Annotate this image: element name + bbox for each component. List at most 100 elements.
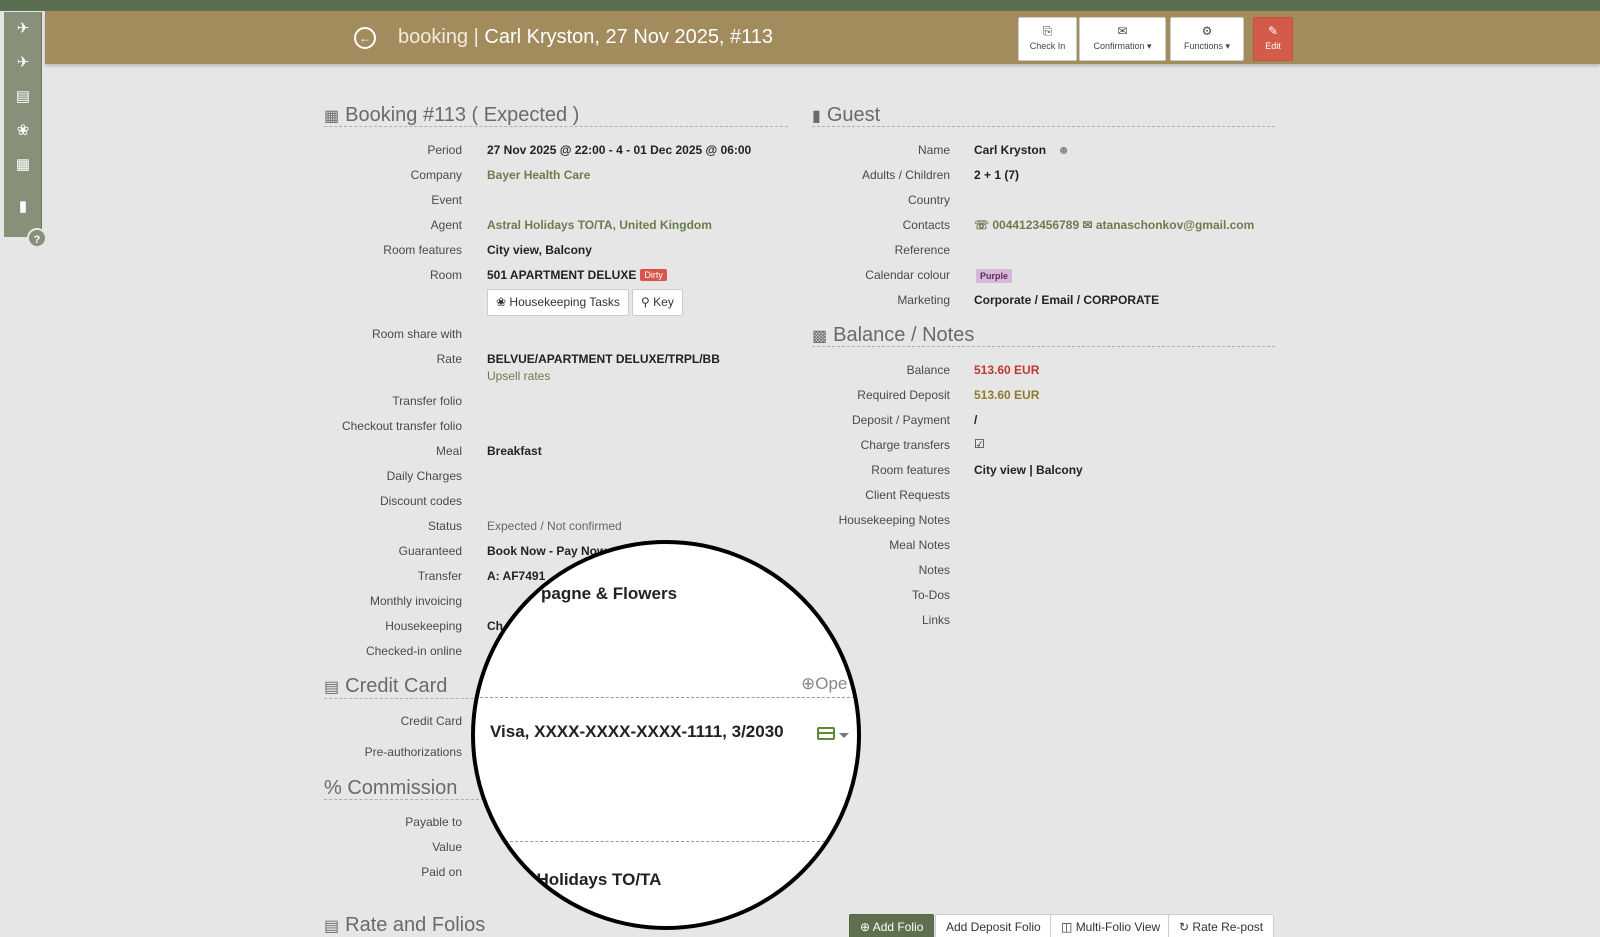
magnified-credit-card-value[interactable]: Visa, XXXX-XXXX-XXXX-1111, 3/2030: [490, 722, 784, 742]
magnified-divider-2: [500, 841, 845, 842]
meal-label: Meal: [435, 444, 462, 458]
edit-label: Edit: [1265, 41, 1281, 51]
bookings-icon[interactable]: ▮: [4, 190, 42, 224]
commission-title-text: Commission: [347, 777, 458, 799]
room-share-label: Room share with: [371, 327, 462, 341]
marketing-label: Marketing: [897, 293, 950, 307]
status-label: Status: [427, 519, 462, 533]
pencil-icon: ✎: [1267, 24, 1279, 38]
balance-label: Balance: [906, 363, 950, 377]
value-label: Value: [432, 840, 462, 854]
rooms-icon[interactable]: ▤: [4, 80, 42, 114]
phone-icon: ☏: [974, 218, 990, 232]
daily-charges-label: Daily Charges: [386, 469, 462, 483]
add-folio-button[interactable]: ⊕ Add Folio: [849, 914, 935, 937]
guest-name[interactable]: Carl Kryston: [974, 143, 1046, 157]
payable-to-label: Payable to: [405, 815, 462, 829]
multi-folio-view-button[interactable]: ◫ Multi-Folio View: [1050, 914, 1172, 937]
confirmation-label: Confirmation ▾: [1093, 41, 1152, 51]
housekeeping-notes-label: Housekeeping Notes: [838, 513, 950, 527]
check-in-button[interactable]: ⎘ Check In: [1018, 17, 1077, 61]
magnified-value-checkbox[interactable]: [485, 836, 494, 845]
credit-card-icon: ▤: [324, 679, 340, 696]
company-link[interactable]: Bayer Health Care: [487, 168, 590, 182]
magnified-open-link[interactable]: ⊕Ope: [801, 674, 847, 694]
key-label: Key: [653, 295, 674, 309]
upsell-rates-link[interactable]: Upsell rates: [487, 369, 550, 383]
key-icon: ⚲: [641, 295, 650, 309]
rate-repost-label: Rate Re-post: [1192, 920, 1264, 934]
booking-divider: [324, 126, 788, 127]
user-icon[interactable]: ☻: [1057, 143, 1070, 157]
guest-book-icon: ▮: [812, 108, 821, 125]
rate-repost-button[interactable]: ↻ Rate Re-post: [1168, 914, 1275, 937]
calendar-colour-label: Calendar colour: [865, 268, 950, 282]
multi-folio-view-label: Multi-Folio View: [1075, 920, 1161, 934]
balance-room-features-value: City view | Balcony: [974, 463, 1083, 477]
credit-card-section-title: ▤ Credit Card: [324, 675, 447, 698]
room-label: Room: [429, 268, 462, 282]
check-in-icon: ⎘: [1042, 24, 1053, 38]
housekeeping-tasks-button[interactable]: ❀ Housekeeping Tasks: [487, 289, 629, 316]
deposit-payment-label: Deposit / Payment: [851, 413, 950, 427]
calendar-colour-badge: Purple: [976, 269, 1013, 283]
todos-label: To-Dos: [911, 588, 950, 602]
checkout-transfer-folio-label: Checkout transfer folio: [341, 419, 462, 433]
calendar-icon[interactable]: ▦: [4, 148, 42, 182]
help-button[interactable]: ?: [27, 228, 47, 248]
guest-title-text: Guest: [826, 104, 881, 126]
rate-folios-section-title: ▤ Rate and Folios: [324, 914, 485, 937]
agent-link[interactable]: Astral Holidays TO/TA, United Kingdom: [487, 218, 712, 232]
add-folio-label: Add Folio: [872, 920, 924, 934]
chevron-down-icon[interactable]: [839, 733, 849, 738]
envelope-icon: ✉: [1117, 24, 1128, 38]
back-icon[interactable]: ←: [354, 27, 376, 49]
plus-icon: ⊕: [860, 920, 871, 934]
client-requests-label: Client Requests: [865, 488, 950, 502]
magnifier-content: pagne & Flowers ⊕Ope Visa, XXXX-XXXX-XXX…: [475, 544, 857, 926]
event-label: Event: [431, 193, 462, 207]
required-deposit-label: Required Deposit: [857, 388, 950, 402]
magnifier-overlay: pagne & Flowers ⊕Ope Visa, XXXX-XXXX-XXX…: [471, 540, 861, 930]
credit-card-icon[interactable]: [817, 727, 835, 740]
commission-divider: [324, 799, 484, 800]
add-deposit-folio-label: Add Deposit Folio: [946, 920, 1041, 934]
housekeeping-icon[interactable]: ❀: [4, 114, 42, 148]
dirty-badge: Dirty: [640, 269, 667, 281]
magnified-housekeeping-text: pagne & Flowers: [541, 584, 678, 603]
functions-button[interactable]: ⚙ Functions ▾: [1170, 17, 1244, 61]
percent-icon: %: [324, 777, 342, 799]
guest-name-label: Name: [917, 143, 950, 157]
departures-icon[interactable]: ✈: [4, 46, 42, 80]
top-strip: [0, 0, 1600, 11]
links-label: Links: [921, 613, 950, 627]
booking-title-text: Booking #113 ( Expected ): [345, 104, 580, 126]
key-button[interactable]: ⚲ Key: [632, 289, 683, 316]
email-icon: ✉: [1082, 218, 1093, 232]
charge-transfers-checkbox[interactable]: ☑: [974, 437, 985, 451]
confirmation-button[interactable]: ✉ Confirmation ▾: [1079, 17, 1166, 61]
edit-button[interactable]: ✎ Edit: [1253, 17, 1293, 61]
country-label: Country: [907, 193, 950, 207]
add-deposit-folio-button[interactable]: Add Deposit Folio: [935, 914, 1052, 937]
contacts-label: Contacts: [902, 218, 950, 232]
room-name[interactable]: 501 APARTMENT DELUXE: [487, 268, 636, 282]
period-label: Period: [427, 143, 462, 157]
email-link[interactable]: atanaschonkov@gmail.com: [1096, 218, 1254, 232]
credit-card-title-text: Credit Card: [345, 675, 448, 697]
phone-link[interactable]: 0044123456789: [992, 218, 1079, 232]
folio-icon: ▤: [324, 918, 340, 935]
agent-label: Agent: [430, 218, 462, 232]
calendar-icon: ▦: [324, 108, 340, 125]
transfer-folio-label: Transfer folio: [392, 394, 462, 408]
adults-children-value: 2 + 1 (7): [974, 168, 1020, 182]
magnified-open-label: Ope: [815, 674, 848, 693]
arrivals-icon[interactable]: ✈: [4, 12, 42, 46]
check-in-label: Check In: [1029, 41, 1066, 51]
balance-notes-section-title: ▩ Balance / Notes: [812, 324, 974, 347]
gear-icon: ⚙: [1201, 24, 1213, 38]
page-title-main: Carl Kryston, 27 Nov 2025, #113: [484, 26, 774, 48]
checked-in-online-label: Checked-in online: [365, 644, 462, 658]
page-title-prefix: booking |: [398, 26, 479, 48]
balance-room-features-label: Room features: [871, 463, 950, 477]
